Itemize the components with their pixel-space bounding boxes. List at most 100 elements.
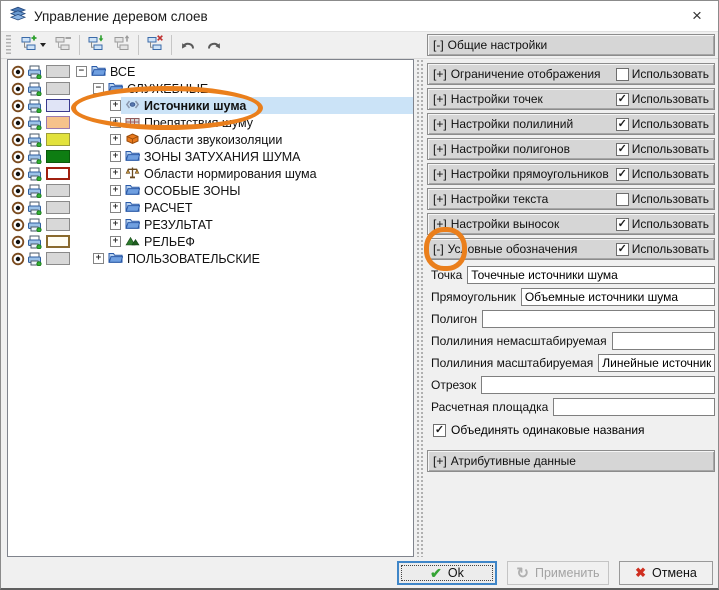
tree-row-service[interactable]: − СЛУЖЕБНЫЕ [8,80,413,97]
close-icon[interactable]: × [684,6,710,26]
tree-row-attenuation-zones[interactable]: + ЗОНЫ ЗАТУХАНИЯ ШУМА [8,148,413,165]
point-legend-input[interactable] [467,266,715,284]
checkbox[interactable] [616,218,629,231]
segment-legend-input[interactable] [481,376,715,394]
tree-toggle[interactable]: + [110,236,121,247]
section-polyline-settings[interactable]: [+] Настройки полилиний Использовать [427,113,715,135]
use-checkbox[interactable]: Использовать [616,167,709,181]
section-attribute-data[interactable]: [+] Атрибутивные данные [427,450,715,472]
layer-color-swatch[interactable] [46,218,70,231]
checkbox[interactable] [616,168,629,181]
tree-row-relief[interactable]: + РЕЛЬЕФ [8,233,413,250]
print-icon[interactable] [26,116,42,130]
tree-row-noise-barriers[interactable]: + Препятствия шуму [8,114,413,131]
tree-row-special-zones[interactable]: + ОСОБЫЕ ЗОНЫ [8,182,413,199]
print-icon[interactable] [26,99,42,113]
polyline-nonscalable-legend-input[interactable] [612,332,715,350]
section-legend[interactable]: [-] Условные обозначения Использовать [427,238,715,260]
tree-toggle[interactable]: + [110,134,121,145]
layer-label[interactable]: ПОЛЬЗОВАТЕЛЬСКИЕ [127,252,260,266]
use-checkbox[interactable]: Использовать [616,142,709,156]
visibility-eye-icon[interactable] [10,133,26,147]
print-icon[interactable] [26,167,42,181]
layer-color-swatch[interactable] [46,235,70,248]
move-layer-up-button[interactable] [109,33,135,57]
section-toggle[interactable]: [-] [433,38,444,52]
tree-toggle[interactable]: + [110,168,121,179]
print-icon[interactable] [26,133,42,147]
section-rectangle-settings[interactable]: [+] Настройки прямоугольников Использова… [427,163,715,185]
use-checkbox[interactable]: Использовать [616,67,709,81]
print-icon[interactable] [26,218,42,232]
use-checkbox[interactable]: Использовать [616,92,709,106]
ok-button[interactable]: ✔ Ok [397,561,497,585]
tree-toggle[interactable]: + [110,219,121,230]
print-icon[interactable] [26,82,42,96]
use-checkbox[interactable]: Использовать [616,217,709,231]
checkbox[interactable] [616,93,629,106]
layer-color-swatch[interactable] [46,184,70,197]
visibility-eye-icon[interactable] [10,252,26,266]
layer-color-swatch[interactable] [46,201,70,214]
use-checkbox[interactable]: Использовать [616,117,709,131]
visibility-eye-icon[interactable] [10,65,26,79]
calc-site-legend-input[interactable] [553,398,715,416]
layer-label[interactable]: Препятствия шуму [144,116,253,130]
apply-button[interactable]: ↻ Применить [507,561,609,585]
layer-label[interactable]: Области звукоизоляции [144,133,282,147]
tree-row-calculation[interactable]: + РАСЧЕТ [8,199,413,216]
visibility-eye-icon[interactable] [10,82,26,96]
print-icon[interactable] [26,65,42,79]
checkbox[interactable] [616,118,629,131]
visibility-eye-icon[interactable] [10,116,26,130]
visibility-eye-icon[interactable] [10,99,26,113]
layer-color-swatch[interactable] [46,65,70,78]
tree-toggle[interactable]: + [110,185,121,196]
layer-color-swatch[interactable] [46,99,70,112]
visibility-eye-icon[interactable] [10,201,26,215]
section-general-settings[interactable]: [-] Общие настройки [427,34,715,56]
section-toggle[interactable]: [+] [433,454,447,468]
polygon-legend-input[interactable] [482,310,715,328]
panel-splitter[interactable] [416,59,424,557]
section-toggle[interactable]: [+] [433,92,447,106]
remove-layer-button[interactable] [50,33,76,57]
layer-color-swatch[interactable] [46,116,70,129]
visibility-eye-icon[interactable] [10,167,26,181]
layer-label[interactable]: ОСОБЫЕ ЗОНЫ [144,184,241,198]
section-toggle[interactable]: [+] [433,217,447,231]
section-toggle[interactable]: [+] [433,192,447,206]
tree-toggle[interactable]: + [110,202,121,213]
checkbox[interactable] [616,68,629,81]
layer-color-swatch[interactable] [46,82,70,95]
checkbox[interactable] [616,243,629,256]
visibility-eye-icon[interactable] [10,218,26,232]
layer-color-swatch[interactable] [46,167,70,180]
print-icon[interactable] [26,184,42,198]
print-icon[interactable] [26,150,42,164]
checkbox[interactable] [616,193,629,206]
section-polygon-settings[interactable]: [+] Настройки полигонов Использовать [427,138,715,160]
layer-label[interactable]: РАСЧЕТ [144,201,192,215]
section-text-settings[interactable]: [+] Настройки текста Использовать [427,188,715,210]
tree-toggle[interactable]: + [110,100,121,111]
visibility-eye-icon[interactable] [10,184,26,198]
visibility-eye-icon[interactable] [10,235,26,249]
tree-toggle[interactable]: − [93,83,104,94]
merge-same-names-checkbox[interactable]: Объединять одинаковые названия [433,420,715,440]
tree-row-noise-sources[interactable]: + Источники шума [8,97,413,114]
section-point-settings[interactable]: [+] Настройки точек Использовать [427,88,715,110]
layer-label[interactable]: РЕЗУЛЬТАТ [144,218,213,232]
print-icon[interactable] [26,201,42,215]
delete-layer-button[interactable] [142,33,168,57]
layer-label[interactable]: Области нормирования шума [144,167,317,181]
visibility-eye-icon[interactable] [10,150,26,164]
section-callout-settings[interactable]: [+] Настройки выносок Использовать [427,213,715,235]
checkbox[interactable] [616,143,629,156]
tree-toggle[interactable]: + [110,151,121,162]
section-toggle[interactable]: [+] [433,117,447,131]
layer-label[interactable]: РЕЛЬЕФ [144,235,195,249]
tree-row-all[interactable]: − ВСЕ [8,63,413,80]
redo-button[interactable] [201,33,227,57]
layer-color-swatch[interactable] [46,150,70,163]
